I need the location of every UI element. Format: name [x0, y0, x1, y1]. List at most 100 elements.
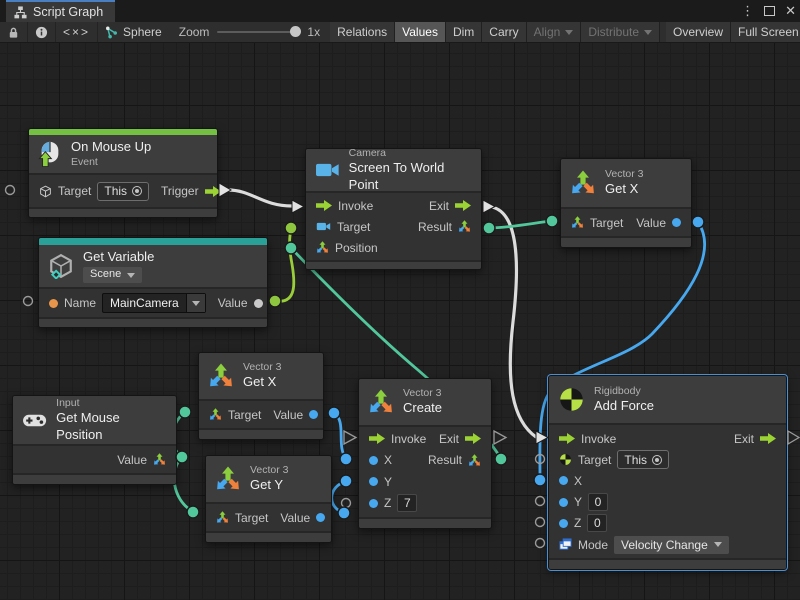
value-label: Value	[273, 408, 303, 422]
float-port-dot[interactable]	[672, 218, 681, 227]
port-row-invoke-exit: Invoke Exit	[359, 428, 491, 450]
node-header: Camera Screen To World Point	[306, 149, 481, 191]
node-screen-to-world-point[interactable]: Camera Screen To World Point Invoke Exit…	[305, 148, 482, 270]
z-label: Z	[574, 516, 581, 530]
float-port-dot[interactable]	[316, 513, 325, 522]
scope-label: Scene	[90, 268, 121, 282]
camera-icon	[316, 221, 331, 232]
overview-button[interactable]: Overview	[666, 22, 731, 42]
node-vector3-create[interactable]: Vector 3 Create Invoke Exit X Result	[358, 378, 492, 529]
values-button[interactable]: Values	[395, 22, 446, 42]
carry-label: Carry	[489, 25, 518, 39]
float-port-dot[interactable]	[369, 477, 378, 486]
node-category: Vector 3	[250, 464, 289, 477]
node-get-mouse-position[interactable]: Input Get Mouse Position Value	[12, 395, 177, 485]
port-row-invoke-exit: Invoke Exit	[549, 428, 786, 449]
code-view-icon: <×>	[63, 25, 90, 39]
distribute-button: Distribute	[581, 22, 660, 42]
node-get-y[interactable]: Vector 3 Get Y Target Value	[205, 455, 332, 543]
exit-label: Exit	[429, 199, 449, 213]
y-value-input[interactable]: 0	[588, 493, 608, 511]
tab-title: Script Graph	[33, 5, 103, 19]
node-title: On Mouse Up	[71, 139, 151, 155]
node-subtitle: Event	[71, 156, 151, 169]
zoom-slider-handle[interactable]	[290, 26, 301, 37]
invoke-label: Invoke	[391, 432, 426, 446]
vector3-icon	[458, 220, 471, 233]
mode-dropdown[interactable]: Velocity Change	[614, 536, 729, 554]
node-category: Camera	[349, 147, 471, 160]
zoom-slider[interactable]	[217, 31, 299, 33]
vector3-icon	[468, 454, 481, 467]
relations-button[interactable]: Relations	[330, 22, 395, 42]
variable-name-value: MainCamera	[103, 294, 186, 312]
dropdown-button[interactable]	[186, 294, 205, 312]
mouse-up-icon	[38, 141, 62, 167]
float-port-dot[interactable]	[559, 498, 568, 507]
target-label: Target	[58, 184, 91, 198]
node-get-x-top[interactable]: Vector 3 Get X Target Value	[560, 158, 692, 248]
graph-asset-button[interactable]: Sphere	[98, 22, 169, 42]
this-target-pill[interactable]: This	[617, 450, 669, 469]
node-title: Create	[403, 400, 442, 416]
port-row-y: Y 0	[549, 492, 786, 513]
node-title: Get Y	[250, 477, 289, 493]
node-header: Vector 3 Create	[359, 379, 491, 425]
float-port-dot[interactable]	[559, 519, 568, 528]
object-picker-icon[interactable]	[652, 455, 662, 465]
carry-button[interactable]: Carry	[482, 22, 526, 42]
dim-button[interactable]: Dim	[446, 22, 482, 42]
this-target-pill[interactable]: This	[97, 182, 149, 201]
name-label: Name	[64, 296, 96, 310]
string-port-dot[interactable]	[49, 299, 58, 308]
zoom-value: 1x	[307, 25, 320, 39]
maximize-icon[interactable]	[764, 6, 775, 16]
vector3-icon	[216, 511, 229, 524]
float-port-dot[interactable]	[369, 499, 378, 508]
flow-arrow-icon	[465, 433, 481, 444]
value-label: Value	[636, 216, 666, 230]
fullscreen-button[interactable]: Full Screen	[731, 22, 800, 42]
port-row-position: Position	[306, 237, 481, 258]
variable-scope-dropdown[interactable]: Scene	[83, 267, 142, 283]
info-button[interactable]	[28, 22, 56, 42]
node-title: Screen To World Point	[349, 160, 471, 193]
code-view-button[interactable]: <×>	[56, 22, 98, 42]
float-port-dot[interactable]	[309, 410, 318, 419]
trigger-label: Trigger	[161, 184, 199, 198]
close-icon[interactable]: ✕	[785, 3, 796, 19]
node-on-mouse-up[interactable]: On Mouse Up Event Target This Trigger	[28, 128, 218, 218]
node-get-variable[interactable]: Get Variable Scene Name MainCamera Value	[38, 237, 268, 328]
lock-button[interactable]	[0, 22, 28, 42]
caret-down-icon	[644, 30, 652, 35]
mode-label: Mode	[578, 538, 608, 552]
flow-arrow-icon	[316, 200, 332, 211]
z-value-input[interactable]: 7	[397, 494, 417, 512]
x-label: X	[384, 453, 392, 467]
gamepad-icon	[22, 407, 47, 433]
port-row-target-value: Target Value	[561, 212, 691, 233]
vector3-icon	[571, 216, 584, 229]
value-label: Value	[280, 511, 310, 525]
float-port-dot[interactable]	[369, 456, 378, 465]
node-header: Vector 3 Get X	[199, 353, 323, 399]
float-port-dot[interactable]	[559, 476, 568, 485]
variable-name-dropdown[interactable]: MainCamera	[102, 293, 206, 313]
z-value-input[interactable]: 0	[587, 514, 607, 532]
port-row-target: Target This	[549, 449, 786, 470]
object-picker-icon[interactable]	[132, 186, 142, 196]
script-graph-icon	[14, 6, 27, 19]
position-label: Position	[335, 241, 378, 255]
object-port-dot[interactable]	[254, 299, 263, 308]
vector3-icon	[368, 389, 394, 415]
tab-script-graph[interactable]: Script Graph	[6, 0, 115, 22]
vector3-icon	[570, 170, 596, 196]
exit-label: Exit	[734, 432, 754, 446]
values-label: Values	[402, 25, 438, 39]
kebab-menu-icon[interactable]: ⋮	[741, 3, 754, 19]
node-get-x-mid[interactable]: Vector 3 Get X Target Value	[198, 352, 324, 440]
rigidbody-icon	[558, 386, 585, 413]
graph-branch-icon	[105, 26, 118, 39]
node-add-force[interactable]: Rigidbody Add Force Invoke Exit Target T…	[548, 375, 787, 570]
flow-arrow-icon	[369, 433, 385, 444]
